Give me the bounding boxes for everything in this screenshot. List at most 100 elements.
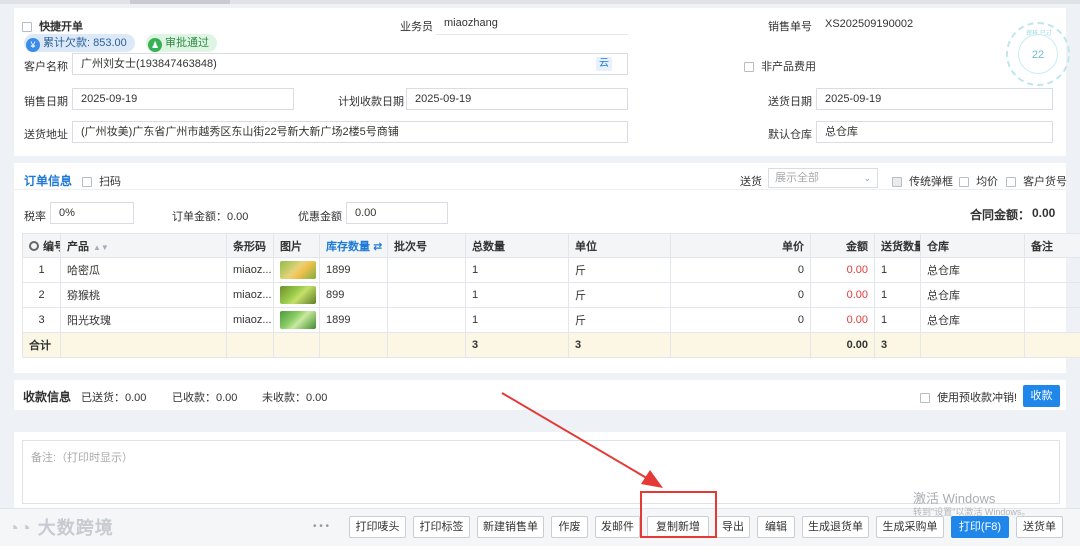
col-number-header[interactable]: 编号 (22, 233, 61, 258)
salesman-field[interactable]: miaozhang (436, 13, 628, 35)
popup-mode-toggle[interactable]: 传统弹框 (892, 173, 953, 189)
tax-label: 税率 (24, 211, 46, 223)
col-stock-label: 库存数量 (326, 240, 370, 253)
gear-icon[interactable] (29, 240, 39, 251)
scan-checkbox[interactable] (82, 177, 92, 188)
row-note[interactable] (1024, 282, 1080, 308)
delivery-note-button[interactable]: 送货单 (1016, 516, 1063, 538)
prepay-offset-checkbox[interactable] (920, 393, 930, 404)
quick-order-checkbox[interactable] (22, 22, 32, 33)
yen-icon: ¥ (26, 38, 40, 52)
row-deliver-qty[interactable]: 1 (874, 257, 921, 283)
address-field[interactable]: (广州妆美)广东省广州市越秀区东山街22号新大新广场2楼5号商铺 (72, 121, 628, 143)
row-deliver-qty[interactable]: 1 (874, 282, 921, 308)
sale-date-label: 销售日期 (24, 96, 68, 108)
row-qty[interactable]: 1 (465, 282, 569, 308)
memo-placeholder: 备注:（打印时显示） (31, 452, 134, 464)
print-head-button[interactable]: 打印唛头 (349, 516, 406, 538)
col-product-header[interactable]: 产品 ▲▼ (60, 233, 227, 258)
popup-mode-checkbox[interactable] (892, 177, 902, 188)
receive-payment-button[interactable]: 收款 (1023, 385, 1060, 407)
new-sale-order-button[interactable]: 新建销售单 (477, 516, 544, 538)
row-batch[interactable] (387, 282, 466, 308)
approval-person-icon: ♟ (148, 38, 162, 52)
table-row[interactable]: 1 哈密瓜 miaoz... 1899 1 斤 0 0.00 1 总仓库 (22, 257, 1080, 283)
more-options-icon[interactable]: • • • (313, 521, 329, 532)
memo-textarea[interactable]: 备注:（打印时显示） (22, 440, 1060, 504)
table-row[interactable]: 2 猕猴桃 miaoz... 899 1 斤 0 0.00 1 总仓库 (22, 282, 1080, 308)
row-batch[interactable] (387, 257, 466, 283)
scan-toggle[interactable]: 扫码 (82, 173, 121, 189)
received-amount: 已收款：0.00 (172, 392, 238, 404)
table-row[interactable]: 3 阳光玫瑰 miaoz... 1899 1 斤 0 0.00 1 总仓库 (22, 307, 1080, 333)
generate-purchase-button[interactable]: 生成采购单 (876, 516, 944, 538)
customer-field[interactable]: 广州刘女士(193847463848) (72, 53, 628, 75)
discount-field[interactable]: 0.00 (346, 202, 448, 224)
delivery-date-field[interactable]: 2025-09-19 (816, 88, 1053, 110)
product-thumbnail[interactable] (280, 286, 316, 304)
warehouse-label: 默认仓库 (768, 129, 812, 141)
col-deliver-qty-header: 送货数量 (874, 233, 921, 258)
warehouse-field[interactable]: 总仓库 (816, 121, 1053, 143)
row-price[interactable]: 0 (670, 282, 811, 308)
row-note[interactable] (1024, 307, 1080, 333)
row-price[interactable]: 0 (670, 307, 811, 333)
row-amount: 0.00 (810, 282, 875, 308)
customer-code-checkbox[interactable] (1006, 177, 1016, 188)
quick-order-toggle[interactable]: 快捷开单 (22, 18, 83, 34)
avg-price-toggle[interactable]: 均价 (959, 173, 998, 189)
generate-return-button[interactable]: 生成退货单 (802, 516, 869, 538)
delivery-filter-select[interactable]: 展示全部 ⌄ (768, 168, 878, 188)
row-note[interactable] (1024, 257, 1080, 283)
row-unit[interactable]: 斤 (568, 307, 671, 333)
plan-date-field[interactable]: 2025-09-19 (406, 88, 628, 110)
order-info-title: 订单信息 (24, 174, 73, 188)
table-sum-row: 合计 3 3 0.00 3 (22, 332, 1080, 358)
prepay-offset-toggle[interactable]: 使用预收款冲销! (920, 389, 1017, 405)
row-deliver-qty[interactable]: 1 (874, 307, 921, 333)
delivery-filter-placeholder: 展示全部 (775, 172, 819, 184)
row-stock: 1899 (319, 257, 388, 283)
sort-icon[interactable]: ▲▼ (93, 243, 109, 252)
col-stock-header[interactable]: 库存数量 ⇄ (319, 233, 388, 258)
row-price[interactable]: 0 (670, 257, 811, 283)
non-product-fee-checkbox[interactable] (744, 62, 754, 73)
row-product[interactable]: 哈密瓜 (60, 257, 227, 283)
customer-code-toggle[interactable]: 客户货号 (1006, 173, 1067, 189)
print-f8-button[interactable]: 打印(F8) (951, 516, 1009, 538)
row-warehouse[interactable]: 总仓库 (920, 282, 1025, 308)
row-batch[interactable] (387, 307, 466, 333)
order-amount-text: 订单金额：0.00 (172, 211, 249, 223)
seal-number: 22 (1018, 34, 1058, 74)
active-tab-indicator (130, 0, 230, 4)
non-product-fee-toggle[interactable]: 非产品费用 (744, 58, 816, 74)
product-thumbnail[interactable] (280, 261, 316, 279)
col-product-label: 产品 (67, 240, 89, 253)
row-product[interactable]: 猕猴桃 (60, 282, 227, 308)
print-label-button[interactable]: 打印标签 (413, 516, 470, 538)
copy-new-button[interactable]: 复制新增 (647, 516, 709, 538)
cloud-customer-button[interactable]: 云 (596, 57, 612, 71)
tax-field[interactable]: 0% (50, 202, 134, 224)
col-price-header: 单价 (670, 233, 811, 258)
sale-date-field[interactable]: 2025-09-19 (72, 88, 294, 110)
sum-unit: 3 (568, 332, 671, 358)
void-button[interactable]: 作废 (551, 516, 588, 538)
send-mail-button[interactable]: 发邮件 (595, 516, 640, 538)
row-warehouse[interactable]: 总仓库 (920, 307, 1025, 333)
salesman-label: 业务员 (400, 21, 433, 33)
swap-icon[interactable]: ⇄ (373, 241, 382, 253)
product-thumbnail[interactable] (280, 311, 316, 329)
export-button[interactable]: 导出 (716, 516, 750, 538)
edit-button[interactable]: 编辑 (757, 516, 795, 538)
row-unit[interactable]: 斤 (568, 282, 671, 308)
windows-activation-hint: 转到"设置"以激活 Windows。 (913, 507, 1031, 517)
col-amount-header: 金额 (810, 233, 875, 258)
row-unit[interactable]: 斤 (568, 257, 671, 283)
row-qty[interactable]: 1 (465, 257, 569, 283)
row-warehouse[interactable]: 总仓库 (920, 257, 1025, 283)
row-product[interactable]: 阳光玫瑰 (60, 307, 227, 333)
avg-price-checkbox[interactable] (959, 177, 969, 188)
row-qty[interactable]: 1 (465, 307, 569, 333)
row-number: 1 (22, 257, 61, 283)
